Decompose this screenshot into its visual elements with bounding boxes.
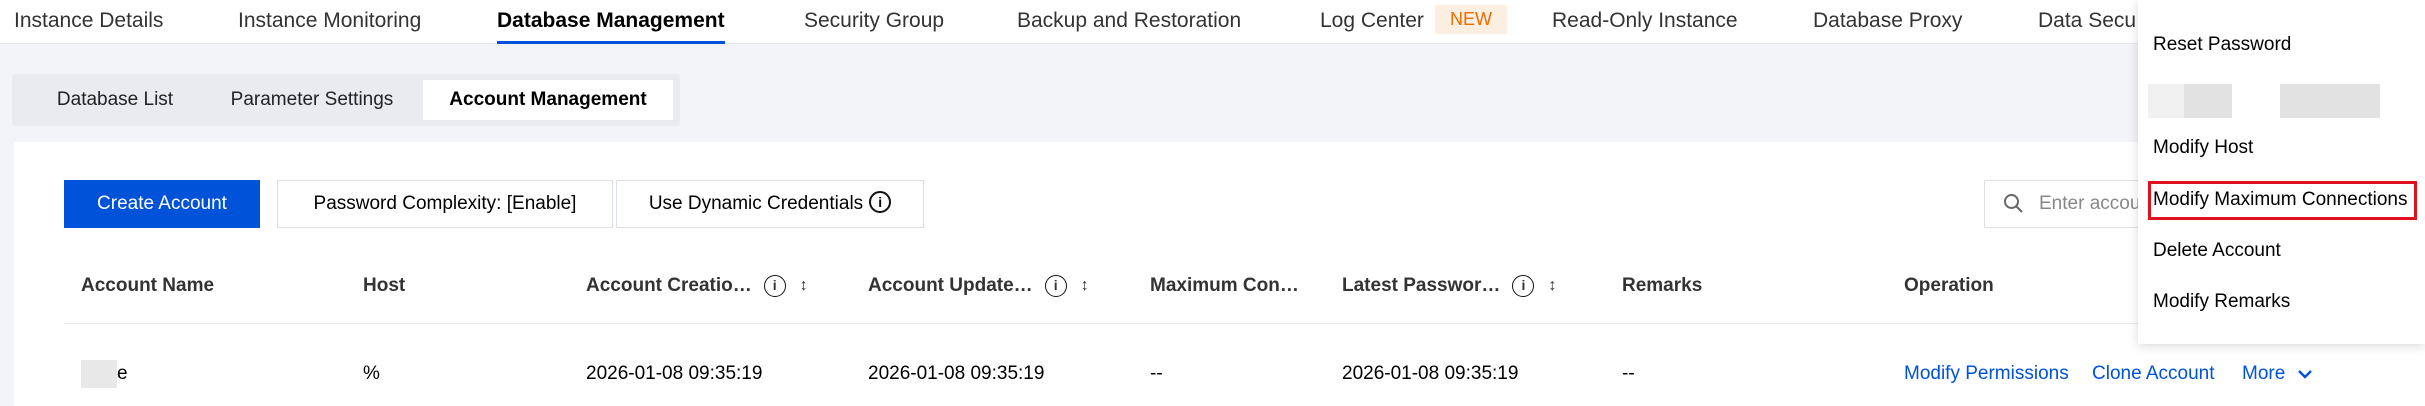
tab-instance-monitoring[interactable]: Instance Monitoring: [238, 0, 421, 44]
search-icon[interactable]: [2003, 193, 2023, 213]
header-account-update-label: Account Update…: [868, 275, 1033, 296]
sort-icon[interactable]: ↕: [1548, 277, 1556, 295]
header-account-creation-label: Account Creatio…: [586, 275, 752, 296]
info-icon[interactable]: i: [869, 190, 892, 213]
modify-permissions-link[interactable]: Modify Permissions: [1904, 363, 2069, 385]
header-maximum-connections: Maximum Con…: [1150, 275, 1299, 297]
create-account-button[interactable]: Create Account: [64, 180, 260, 228]
redacted-block: [2184, 84, 2232, 118]
header-operation: Operation: [1904, 275, 1994, 297]
more-link[interactable]: More: [2242, 363, 2313, 385]
tab-data-security[interactable]: Data Secu: [2038, 0, 2136, 44]
subtab-database-list[interactable]: Database List: [30, 80, 200, 120]
more-label: More: [2242, 363, 2286, 384]
search-input[interactable]: [2039, 181, 2143, 227]
sub-tab-group: Database List Parameter Settings Account…: [12, 74, 680, 126]
menu-item-modify-remarks[interactable]: Modify Remarks: [2153, 291, 2290, 313]
account-name-text: e: [117, 363, 128, 385]
header-latest-password: Latest Passwor… i ↕: [1342, 275, 1556, 297]
tab-database-proxy[interactable]: Database Proxy: [1813, 0, 1962, 44]
dynamic-credentials-button[interactable]: Use Dynamic Credentials i: [616, 180, 924, 228]
header-account-name: Account Name: [81, 275, 214, 297]
info-icon[interactable]: i: [1044, 275, 1067, 297]
header-remarks-label: Remarks: [1622, 275, 1703, 296]
dynamic-credentials-label: Use Dynamic Credentials: [648, 193, 864, 214]
tab-database-management[interactable]: Database Management: [497, 0, 725, 44]
tab-backup-and-restoration[interactable]: Backup and Restoration: [1017, 0, 1241, 44]
more-dropdown-menu: Reset Password Modify Host Modify Maximu…: [2138, 0, 2425, 344]
table-divider: [64, 323, 2424, 324]
subtab-parameter-settings[interactable]: Parameter Settings: [206, 80, 418, 120]
cell-account-name: e: [81, 360, 128, 388]
password-complexity-button[interactable]: Password Complexity: [Enable]: [277, 180, 613, 228]
password-complexity-label: Password Complexity: [Enable]: [313, 193, 577, 214]
create-account-label: Create Account: [97, 193, 227, 214]
cell-max-connections: --: [1150, 363, 1163, 384]
account-panel: Create Account Password Complexity: [Ena…: [14, 142, 2425, 406]
header-account-update: Account Update… i ↕: [868, 275, 1089, 297]
top-tab-bar: Instance Details Instance Monitoring Dat…: [0, 0, 2425, 44]
menu-item-delete-account[interactable]: Delete Account: [2153, 240, 2281, 262]
cell-updated: 2026-01-08 09:35:19: [868, 363, 1045, 384]
tab-instance-details[interactable]: Instance Details: [14, 0, 163, 44]
header-operation-label: Operation: [1904, 275, 1994, 296]
header-account-creation: Account Creatio… i ↕: [586, 275, 808, 297]
menu-item-reset-password[interactable]: Reset Password: [2153, 34, 2291, 56]
cell-host: %: [363, 363, 380, 384]
header-host-label: Host: [363, 275, 406, 296]
tab-log-center[interactable]: Log Center: [1320, 0, 1424, 44]
search-box[interactable]: [1984, 180, 2144, 228]
redacted-block: [81, 360, 117, 388]
sort-icon[interactable]: ↕: [800, 277, 808, 295]
redacted-block: [2280, 84, 2380, 118]
header-host: Host: [363, 275, 405, 297]
cell-remarks: --: [1622, 363, 1635, 384]
subtab-account-management[interactable]: Account Management: [423, 80, 673, 120]
header-remarks: Remarks: [1622, 275, 1702, 297]
chevron-down-icon: [2297, 370, 2312, 379]
tab-security-group[interactable]: Security Group: [804, 0, 944, 44]
info-icon[interactable]: i: [1512, 275, 1535, 297]
header-latest-password-label: Latest Passwor…: [1342, 275, 1501, 296]
cell-latest-password: 2026-01-08 09:35:19: [1342, 363, 1519, 384]
menu-item-modify-maximum-connections[interactable]: Modify Maximum Connections: [2153, 189, 2407, 211]
clone-account-link[interactable]: Clone Account: [2092, 363, 2215, 385]
sort-icon[interactable]: ↕: [1081, 277, 1089, 295]
new-badge: NEW: [1435, 5, 1507, 34]
header-account-name-label: Account Name: [81, 275, 215, 296]
info-icon[interactable]: i: [763, 275, 786, 297]
redacted-menu-item: [2148, 84, 2380, 118]
cell-created: 2026-01-08 09:35:19: [586, 363, 763, 384]
header-maximum-connections-label: Maximum Con…: [1150, 275, 1299, 296]
menu-item-modify-host[interactable]: Modify Host: [2153, 137, 2253, 159]
tab-read-only-instance[interactable]: Read-Only Instance: [1552, 0, 1738, 44]
